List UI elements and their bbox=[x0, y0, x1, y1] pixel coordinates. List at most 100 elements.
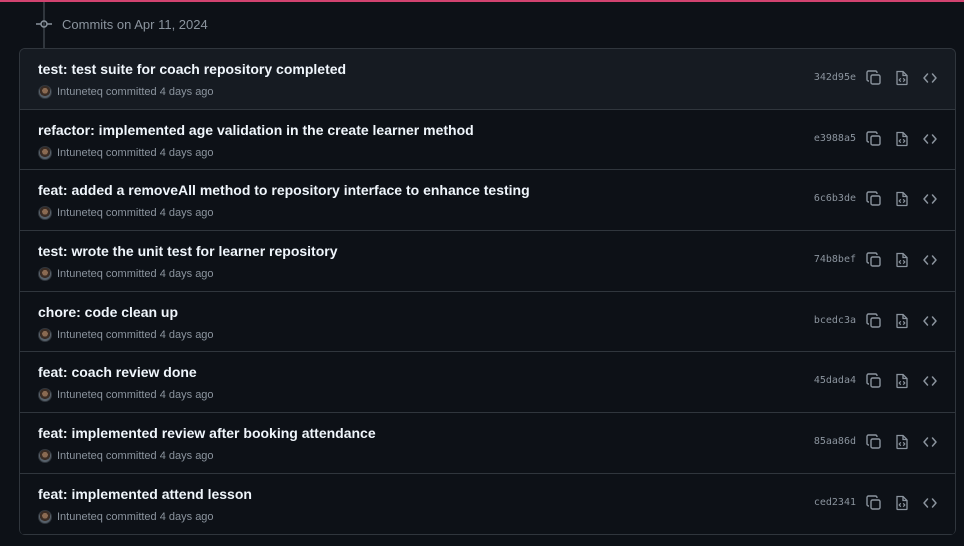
commit-meta: Intuneteq committed 4 days ago bbox=[38, 387, 214, 403]
copy-sha-button[interactable] bbox=[865, 372, 883, 390]
file-code-icon bbox=[894, 131, 910, 147]
code-icon bbox=[922, 191, 938, 207]
file-code-icon bbox=[894, 191, 910, 207]
commit-row[interactable]: feat: implemented review after booking a… bbox=[20, 413, 955, 474]
commit-title[interactable]: feat: implemented attend lesson bbox=[38, 486, 252, 502]
commit-row[interactable]: chore: code clean up Intuneteq committed … bbox=[20, 291, 955, 353]
commit-group-date: Commits on Apr 11, 2024 bbox=[62, 16, 208, 32]
copy-sha-button[interactable] bbox=[865, 494, 883, 512]
browse-repo-at-commit-button[interactable] bbox=[921, 312, 939, 330]
commit-title[interactable]: chore: code clean up bbox=[38, 304, 178, 320]
commit-row[interactable]: test: wrote the unit test for learner re… bbox=[20, 231, 955, 292]
code-icon bbox=[922, 313, 938, 329]
file-code-icon bbox=[894, 373, 910, 389]
view-commit-details-button[interactable] bbox=[893, 130, 911, 148]
user-avatar[interactable] bbox=[38, 509, 52, 524]
copy-icon bbox=[866, 434, 882, 450]
commit-meta: Intuneteq committed 4 days ago bbox=[38, 205, 214, 221]
code-icon bbox=[922, 70, 938, 86]
copy-icon bbox=[866, 313, 882, 329]
view-commit-details-button[interactable] bbox=[893, 312, 911, 330]
user-avatar[interactable] bbox=[38, 388, 52, 403]
commit-meta: Intuneteq committed 4 days ago bbox=[38, 84, 214, 100]
browse-repo-at-commit-button[interactable] bbox=[921, 372, 939, 390]
commit-meta: Intuneteq committed 4 days ago bbox=[38, 448, 214, 464]
copy-sha-button[interactable] bbox=[865, 69, 883, 87]
copy-sha-button[interactable] bbox=[865, 190, 883, 208]
copy-sha-button[interactable] bbox=[865, 433, 883, 451]
file-code-icon bbox=[894, 70, 910, 86]
commit-sha[interactable]: bcedc3a bbox=[814, 315, 856, 326]
commit-author-time: Intuneteq committed 4 days ago bbox=[57, 207, 214, 220]
commit-sha[interactable]: 6c6b3de bbox=[814, 193, 856, 204]
commit-meta: Intuneteq committed 4 days ago bbox=[38, 509, 214, 525]
commit-meta: Intuneteq committed 4 days ago bbox=[38, 145, 214, 161]
file-code-icon bbox=[894, 495, 910, 511]
copy-sha-button[interactable] bbox=[865, 251, 883, 269]
commit-author-time: Intuneteq committed 4 days ago bbox=[57, 510, 214, 523]
browse-repo-at-commit-button[interactable] bbox=[921, 190, 939, 208]
browse-repo-at-commit-button[interactable] bbox=[921, 433, 939, 451]
commit-group-header: Commits on Apr 11, 2024 bbox=[30, 8, 208, 40]
copy-sha-button[interactable] bbox=[865, 130, 883, 148]
view-commit-details-button[interactable] bbox=[893, 251, 911, 269]
commit-author-time: Intuneteq committed 4 days ago bbox=[57, 389, 214, 402]
browse-repo-at-commit-button[interactable] bbox=[921, 494, 939, 512]
commit-sha[interactable]: e3988a5 bbox=[814, 133, 856, 144]
commit-sha[interactable]: 85aa86d bbox=[814, 436, 856, 447]
commit-title[interactable]: test: wrote the unit test for learner re… bbox=[38, 243, 338, 259]
code-icon bbox=[922, 373, 938, 389]
commit-row[interactable]: test: test suite for coach repository co… bbox=[20, 49, 955, 110]
view-commit-details-button[interactable] bbox=[893, 69, 911, 87]
user-avatar[interactable] bbox=[38, 206, 52, 221]
git-commit-icon bbox=[30, 8, 58, 40]
view-commit-details-button[interactable] bbox=[893, 433, 911, 451]
commit-sha[interactable]: ced2341 bbox=[814, 497, 856, 508]
copy-icon bbox=[866, 70, 882, 86]
commit-author-time: Intuneteq committed 4 days ago bbox=[57, 450, 214, 463]
file-code-icon bbox=[894, 313, 910, 329]
commit-author-time: Intuneteq committed 4 days ago bbox=[57, 268, 214, 281]
commit-author-time: Intuneteq committed 4 days ago bbox=[57, 146, 214, 159]
view-commit-details-button[interactable] bbox=[893, 372, 911, 390]
commit-row[interactable]: feat: added a removeAll method to reposi… bbox=[20, 170, 955, 232]
file-code-icon bbox=[894, 434, 910, 450]
copy-icon bbox=[866, 191, 882, 207]
code-icon bbox=[922, 434, 938, 450]
commit-author-time: Intuneteq committed 4 days ago bbox=[57, 328, 214, 341]
commit-row[interactable]: feat: coach review done Intuneteq committ… bbox=[20, 352, 955, 414]
copy-icon bbox=[866, 495, 882, 511]
user-avatar[interactable] bbox=[38, 449, 52, 464]
commit-sha[interactable]: 45dada4 bbox=[814, 375, 856, 386]
commit-title[interactable]: feat: implemented review after booking a… bbox=[38, 425, 376, 441]
commit-title[interactable]: test: test suite for coach repository co… bbox=[38, 61, 346, 77]
view-commit-details-button[interactable] bbox=[893, 494, 911, 512]
copy-icon bbox=[866, 252, 882, 268]
commit-row[interactable]: feat: implemented attend lesson Intuneteq… bbox=[20, 473, 955, 535]
code-icon bbox=[922, 495, 938, 511]
code-icon bbox=[922, 252, 938, 268]
user-avatar[interactable] bbox=[38, 267, 52, 282]
top-accent-bar bbox=[0, 0, 964, 2]
commit-row[interactable]: refactor: implemented age validation in … bbox=[20, 109, 955, 171]
copy-icon bbox=[866, 130, 882, 147]
copy-icon bbox=[866, 373, 882, 389]
user-avatar[interactable] bbox=[38, 327, 52, 342]
browse-repo-at-commit-button[interactable] bbox=[921, 69, 939, 87]
user-avatar[interactable] bbox=[38, 145, 52, 160]
commit-meta: Intuneteq committed 4 days ago bbox=[38, 266, 214, 282]
commit-title[interactable]: feat: coach review done bbox=[38, 364, 197, 380]
browse-repo-at-commit-button[interactable] bbox=[921, 251, 939, 269]
copy-sha-button[interactable] bbox=[865, 312, 883, 330]
file-code-icon bbox=[894, 252, 910, 268]
commit-list: test: test suite for coach repository co… bbox=[19, 48, 956, 535]
commit-sha[interactable]: 74b8bef bbox=[814, 254, 856, 265]
browse-repo-at-commit-button[interactable] bbox=[921, 130, 939, 148]
view-commit-details-button[interactable] bbox=[893, 190, 911, 208]
commit-meta: Intuneteq committed 4 days ago bbox=[38, 327, 214, 343]
commit-title[interactable]: refactor: implemented age validation in … bbox=[38, 122, 474, 138]
commit-title[interactable]: feat: added a removeAll method to reposi… bbox=[38, 182, 530, 198]
commit-author-time: Intuneteq committed 4 days ago bbox=[57, 86, 214, 98]
commit-sha[interactable]: 342d95e bbox=[814, 72, 856, 83]
user-avatar[interactable] bbox=[38, 85, 52, 99]
